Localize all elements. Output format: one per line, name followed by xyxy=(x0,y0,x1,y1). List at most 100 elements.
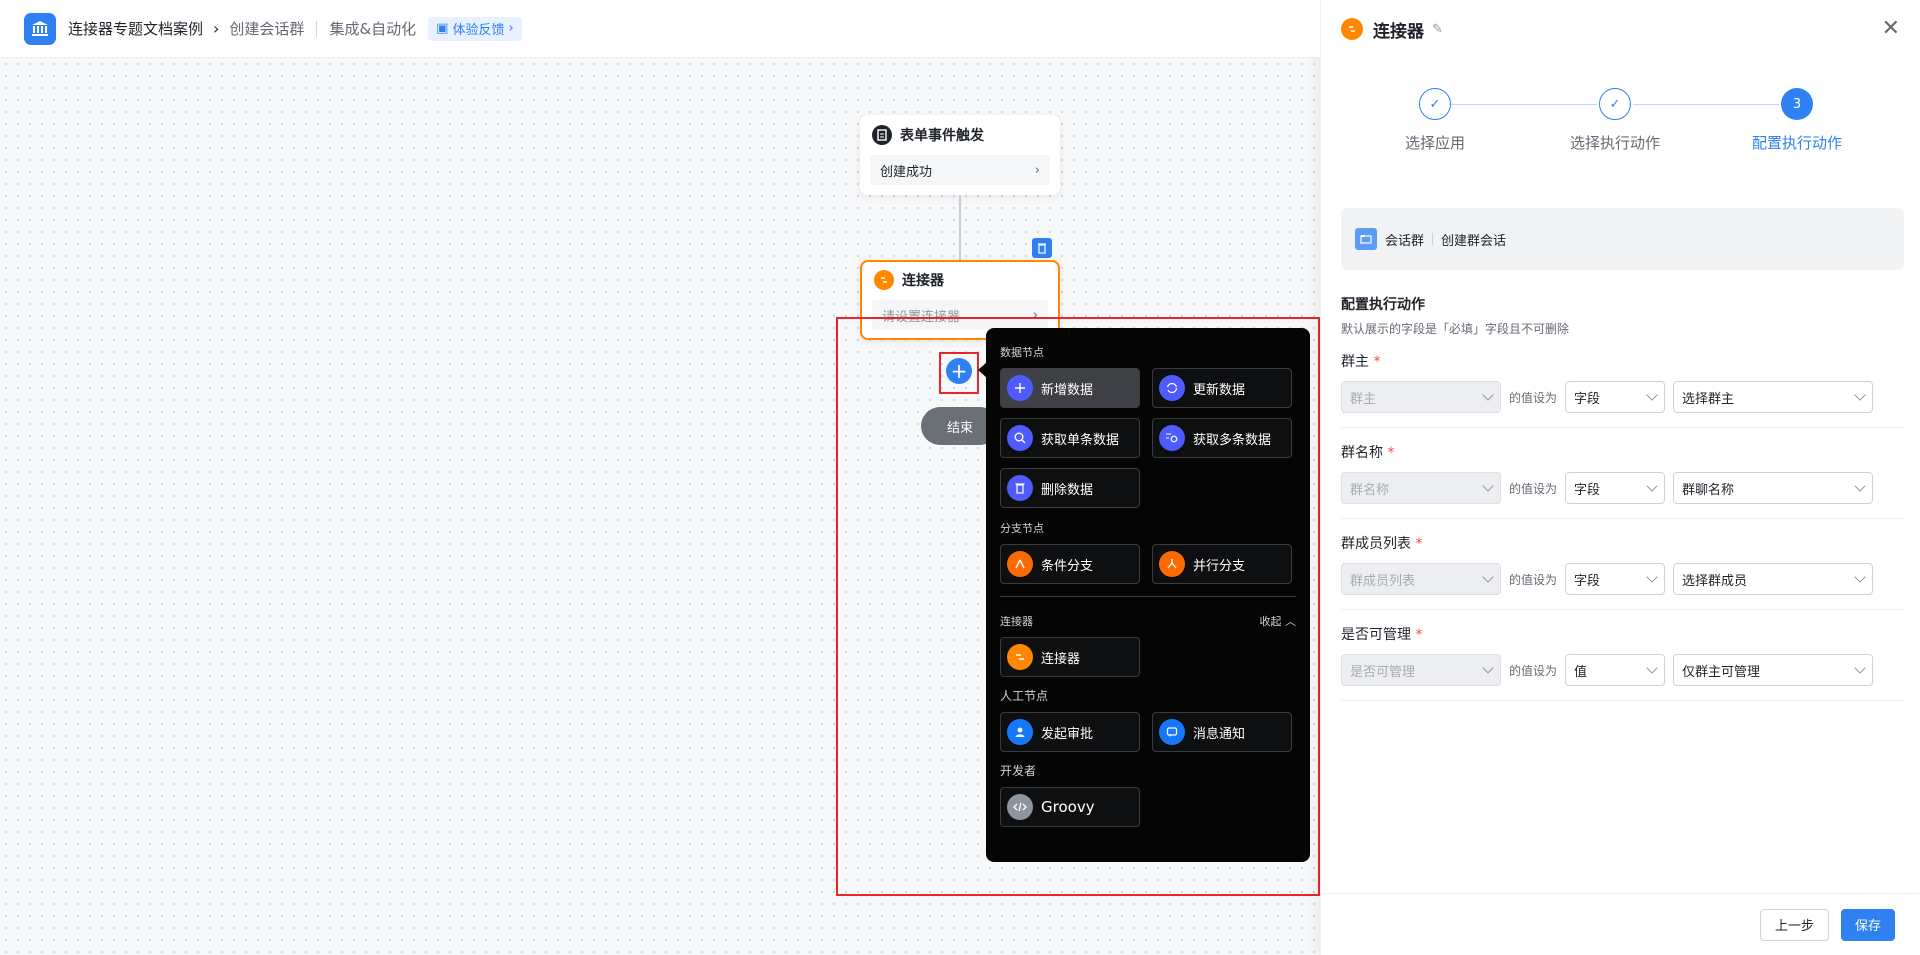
message-icon xyxy=(1159,719,1185,745)
menu-item-message[interactable]: 消息通知 xyxy=(1152,712,1292,752)
app-name: 会话群 xyxy=(1385,233,1425,249)
field-target-select: 是否可管理 xyxy=(1341,654,1501,686)
menu-item-label: 条件分支 xyxy=(1041,558,1094,574)
value-word: 的值设为 xyxy=(1509,663,1558,678)
divider xyxy=(316,20,318,37)
menu-item-condition-branch[interactable]: 条件分支 xyxy=(1000,544,1140,584)
save-button[interactable]: 保存 xyxy=(1840,908,1895,941)
required-mark: * xyxy=(1415,627,1423,643)
connector-icon xyxy=(1341,18,1363,40)
chevron-right-icon: › xyxy=(1034,162,1040,178)
field-row: 群主 * 群主 的值设为 字段 选择群主 xyxy=(1341,337,1904,428)
breadcrumb-page[interactable]: 创建会话群 xyxy=(229,18,304,39)
menu-item-approval[interactable]: 发起审批 xyxy=(1000,712,1140,752)
field-mode-select[interactable]: 字段 xyxy=(1565,472,1666,504)
bank-icon[interactable] xyxy=(24,12,56,45)
field-mode-select[interactable]: 字段 xyxy=(1565,381,1666,413)
trigger-node[interactable]: 表单事件触发 创建成功 › xyxy=(860,115,1060,195)
menu-item-update-data[interactable]: 更新数据 xyxy=(1152,368,1292,408)
breadcrumb-app[interactable]: 连接器专题文档案例 xyxy=(68,18,203,39)
field-target-select: 群主 xyxy=(1341,381,1501,413)
feedback-button[interactable]: ▣ 体验反馈 › xyxy=(428,16,522,41)
top-bar: 连接器专题文档案例 › 创建会话群 集成&自动化 ▣ 体验反馈 › xyxy=(0,0,1320,58)
add-node-button[interactable]: + xyxy=(946,358,972,384)
connector-node-value-text: 请设置连接器 xyxy=(882,309,961,325)
close-icon[interactable]: ✕ xyxy=(1882,16,1900,41)
chevron-down-icon xyxy=(1854,571,1866,583)
config-panel: 连接器 ✎ ✕ ✓ 选择应用 ✓ 选择执行动作 3 配置执行动作 会话群 创建群… xyxy=(1320,0,1920,955)
chevron-right-icon: › xyxy=(508,21,514,36)
field-row: 群名称 * 群名称 的值设为 字段 群聊名称 xyxy=(1341,428,1904,519)
field-value-select[interactable]: 选择群成员 xyxy=(1673,563,1874,595)
breadcrumb-section[interactable]: 集成&自动化 xyxy=(329,18,416,39)
menu-item-parallel-branch[interactable]: 并行分支 xyxy=(1152,544,1292,584)
plus-icon xyxy=(1007,375,1033,401)
required-mark: * xyxy=(1387,445,1395,461)
chevron-down-icon xyxy=(1482,662,1494,674)
chevron-down-icon xyxy=(1854,389,1866,401)
chevron-down-icon xyxy=(1854,662,1866,674)
menu-item-delete-data[interactable]: 删除数据 xyxy=(1000,468,1140,508)
field-label: 群名称 * xyxy=(1341,445,1395,461)
edit-icon[interactable]: ✎ xyxy=(1432,22,1443,37)
folder-icon xyxy=(1355,228,1377,250)
menu-item-label: 并行分支 xyxy=(1193,558,1246,574)
menu-item-label: 更新数据 xyxy=(1193,382,1246,398)
delete-node-icon[interactable] xyxy=(1032,238,1052,258)
search-icon xyxy=(1007,425,1033,451)
step-select-app[interactable]: ✓ 选择应用 xyxy=(1365,88,1505,153)
value-word: 的值设为 xyxy=(1509,481,1558,496)
menu-item-label: Groovy xyxy=(1041,798,1095,816)
menu-item-get-single[interactable]: 获取单条数据 xyxy=(1000,418,1140,458)
field-value-select[interactable]: 选择群主 xyxy=(1673,381,1874,413)
field-mode-select[interactable]: 值 xyxy=(1565,654,1666,686)
field-target-select: 群名称 xyxy=(1341,472,1501,504)
prev-button[interactable]: 上一步 xyxy=(1759,908,1829,941)
chevron-down-icon xyxy=(1646,571,1658,583)
connector-node-title: 连接器 xyxy=(902,273,944,289)
end-node-label: 结束 xyxy=(946,420,973,436)
divider xyxy=(1432,233,1434,245)
trigger-node-value[interactable]: 创建成功 › xyxy=(870,155,1050,185)
form-icon xyxy=(872,125,892,145)
config-title: 配置执行动作 xyxy=(1341,297,1425,313)
branch-icon xyxy=(1007,551,1033,577)
menu-section-data: 数据节点 xyxy=(1000,346,1044,359)
step-select-action[interactable]: ✓ 选择执行动作 xyxy=(1545,88,1685,153)
chevron-right-icon: › xyxy=(1032,307,1038,323)
menu-section-dev: 开发者 xyxy=(1000,764,1037,778)
panel-header: 连接器 ✎ xyxy=(1321,0,1920,58)
field-value-select[interactable]: 仅群主可管理 xyxy=(1673,654,1874,686)
trigger-node-title: 表单事件触发 xyxy=(900,128,984,144)
collapse-button[interactable]: 收起 ︿ xyxy=(1260,613,1297,629)
required-mark: * xyxy=(1415,536,1423,552)
field-value-select[interactable]: 群聊名称 xyxy=(1673,472,1874,504)
field-mode-select[interactable]: 字段 xyxy=(1565,563,1666,595)
chevron-down-icon xyxy=(1646,389,1658,401)
menu-item-label: 获取单条数据 xyxy=(1041,432,1120,448)
connector-node-value[interactable]: 请设置连接器 › xyxy=(872,300,1048,330)
chevron-down-icon xyxy=(1482,389,1494,401)
menu-divider xyxy=(1000,596,1296,597)
chevron-right-icon: › xyxy=(213,19,220,38)
field-label: 是否可管理 * xyxy=(1341,627,1423,643)
menu-item-add-data[interactable]: 新增数据 xyxy=(1000,368,1140,408)
trash-icon xyxy=(1007,475,1033,501)
menu-item-connector[interactable]: 连接器 xyxy=(1000,637,1140,677)
menu-item-groovy[interactable]: Groovy xyxy=(1000,787,1140,827)
menu-item-get-multi[interactable]: 获取多条数据 xyxy=(1152,418,1292,458)
collapse-label: 收起 xyxy=(1259,615,1282,628)
field-label: 群成员列表 * xyxy=(1341,536,1423,552)
value-word: 的值设为 xyxy=(1509,572,1558,587)
feedback-icon: ▣ xyxy=(436,21,449,36)
add-node-menu: 数据节点 新增数据 更新数据 获取单条数据 获取多条数据 删除数据 分支节点 条… xyxy=(986,328,1310,862)
step-config-action[interactable]: 3 配置执行动作 xyxy=(1727,88,1867,153)
check-icon: ✓ xyxy=(1599,88,1631,120)
value-word: 的值设为 xyxy=(1509,390,1558,405)
stepper: ✓ 选择应用 ✓ 选择执行动作 3 配置执行动作 xyxy=(1321,88,1920,188)
menu-item-label: 发起审批 xyxy=(1041,726,1094,742)
menu-item-label: 删除数据 xyxy=(1041,482,1094,498)
selected-app-card: 会话群 创建群会话 xyxy=(1341,208,1904,270)
chevron-down-icon xyxy=(1482,480,1494,492)
list-search-icon xyxy=(1159,425,1185,451)
